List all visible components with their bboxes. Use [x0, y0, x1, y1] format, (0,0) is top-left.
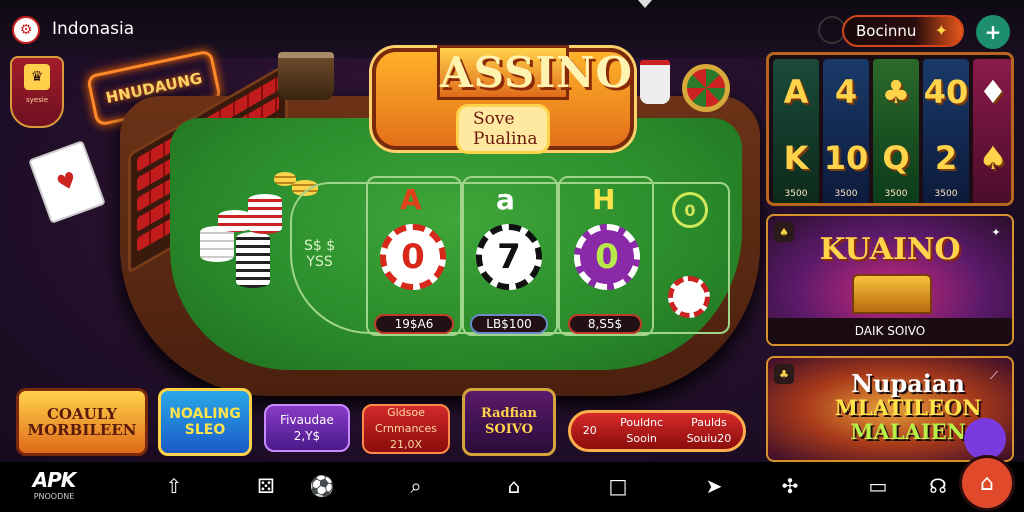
bonus-button[interactable]: Bocinnu ✦: [842, 15, 964, 47]
region-label[interactable]: Indonasia: [52, 19, 134, 39]
casino-app: ⚙ Indonasia Bocinnu ✦ + ♛ syesie HNUDAUN…: [0, 0, 1024, 512]
logo-subtitle: Sove Pualina: [456, 103, 550, 154]
chip-stack: [218, 210, 252, 232]
home-outline-icon[interactable]: ⇧: [160, 472, 188, 500]
chat-bubble-button[interactable]: [964, 418, 1006, 460]
bet-chip-2[interactable]: 7: [476, 224, 542, 290]
treasure-chest-icon: [852, 274, 932, 314]
soccer-icon[interactable]: ⚽: [308, 472, 336, 500]
fish-icon[interactable]: ✣: [776, 472, 804, 500]
bet-amount-3: 8,S5$: [568, 314, 642, 334]
loose-chip-icon: [668, 276, 710, 318]
game-tile-2[interactable]: NOALING SLEO: [158, 388, 252, 456]
bet-letter-1: A: [400, 183, 422, 216]
headset-icon[interactable]: ☊: [924, 472, 952, 500]
search-icon[interactable]: ⌕: [402, 472, 430, 500]
slot-game-panel[interactable]: A K 3500 4 10 3500 ♣ Q 3500 40 2 3500 ♦ …: [766, 52, 1014, 206]
square-icon[interactable]: □: [604, 472, 632, 500]
roulette-wheel-icon: [682, 64, 730, 112]
bonus-label: Bocinnu: [856, 22, 917, 40]
promo1-title: KUAINO: [819, 232, 961, 267]
playing-card-icon: ♥: [28, 140, 106, 224]
shield-text: syesie: [26, 96, 48, 104]
chip-stack: [248, 194, 282, 234]
bet-chip-3[interactable]: 0: [574, 224, 640, 290]
rectangle-icon[interactable]: ▭: [864, 472, 892, 500]
slot-reel: A K 3500: [773, 59, 819, 203]
bet-letter-2: a: [496, 183, 515, 216]
promo-banner-2[interactable]: ♣ ⟋ Nupaian MLATILEON MALAIEN: [766, 356, 1014, 462]
chip-pot-icon: [278, 52, 334, 100]
game-tile-5[interactable]: Radfian SOIVO: [462, 388, 556, 456]
dice-cup-icon: [640, 60, 670, 104]
bet-amount-2: LB$100: [470, 314, 548, 334]
cursor-icon: [638, 0, 652, 8]
table-side-text: S$ $ YSS: [304, 238, 336, 270]
region-flag-icon[interactable]: ⚙: [12, 16, 40, 44]
slot-reel: 40 2 3500: [923, 59, 969, 203]
send-icon[interactable]: ➤: [700, 472, 728, 500]
star-icon: ✦: [934, 21, 948, 40]
house-icon[interactable]: ⌂: [500, 472, 528, 500]
promo1-subtitle: DAIK SOIVO: [768, 318, 1012, 344]
game-badge-icon: ♣: [774, 364, 794, 384]
circle-marker[interactable]: 0: [672, 192, 708, 228]
emblem-icon: ♛: [24, 64, 50, 90]
slot-reel: ♣ Q 3500: [873, 59, 919, 203]
chip-stack: [274, 172, 296, 186]
slot-reel: 4 10 3500: [823, 59, 869, 203]
game-tile-4[interactable]: Gldsoe Crnmances 21,0X: [362, 404, 450, 454]
bet-letter-3: H: [592, 183, 616, 216]
slot-reel: ♦ ♠: [973, 59, 1011, 203]
game-tile-6[interactable]: 20 Pouldnc Sooin Paulds Souiu20: [568, 410, 746, 452]
add-button[interactable]: +: [976, 15, 1010, 49]
casino-logo: ASSINO Sove Pualina: [372, 44, 634, 154]
logo-title: ASSINO: [437, 44, 632, 100]
home-fab-button[interactable]: ⌂: [962, 458, 1012, 508]
brand-logo[interactable]: APK PNOODNE: [28, 468, 80, 501]
bet-chip-1[interactable]: 0: [380, 224, 446, 290]
dice-icon[interactable]: ⚄: [252, 472, 280, 500]
chip-stack: [236, 232, 270, 288]
badge-shield[interactable]: ♛ syesie: [10, 56, 64, 128]
game-tile-3[interactable]: Fivaudae 2,Y$: [264, 404, 350, 452]
bet-amount-1: 19$A6: [374, 314, 454, 334]
game-tile-1[interactable]: COAULY MORBILEEN: [16, 388, 148, 456]
promo-banner-1[interactable]: ♠ ✦ KUAINO DAIK SOIVO: [766, 214, 1014, 346]
